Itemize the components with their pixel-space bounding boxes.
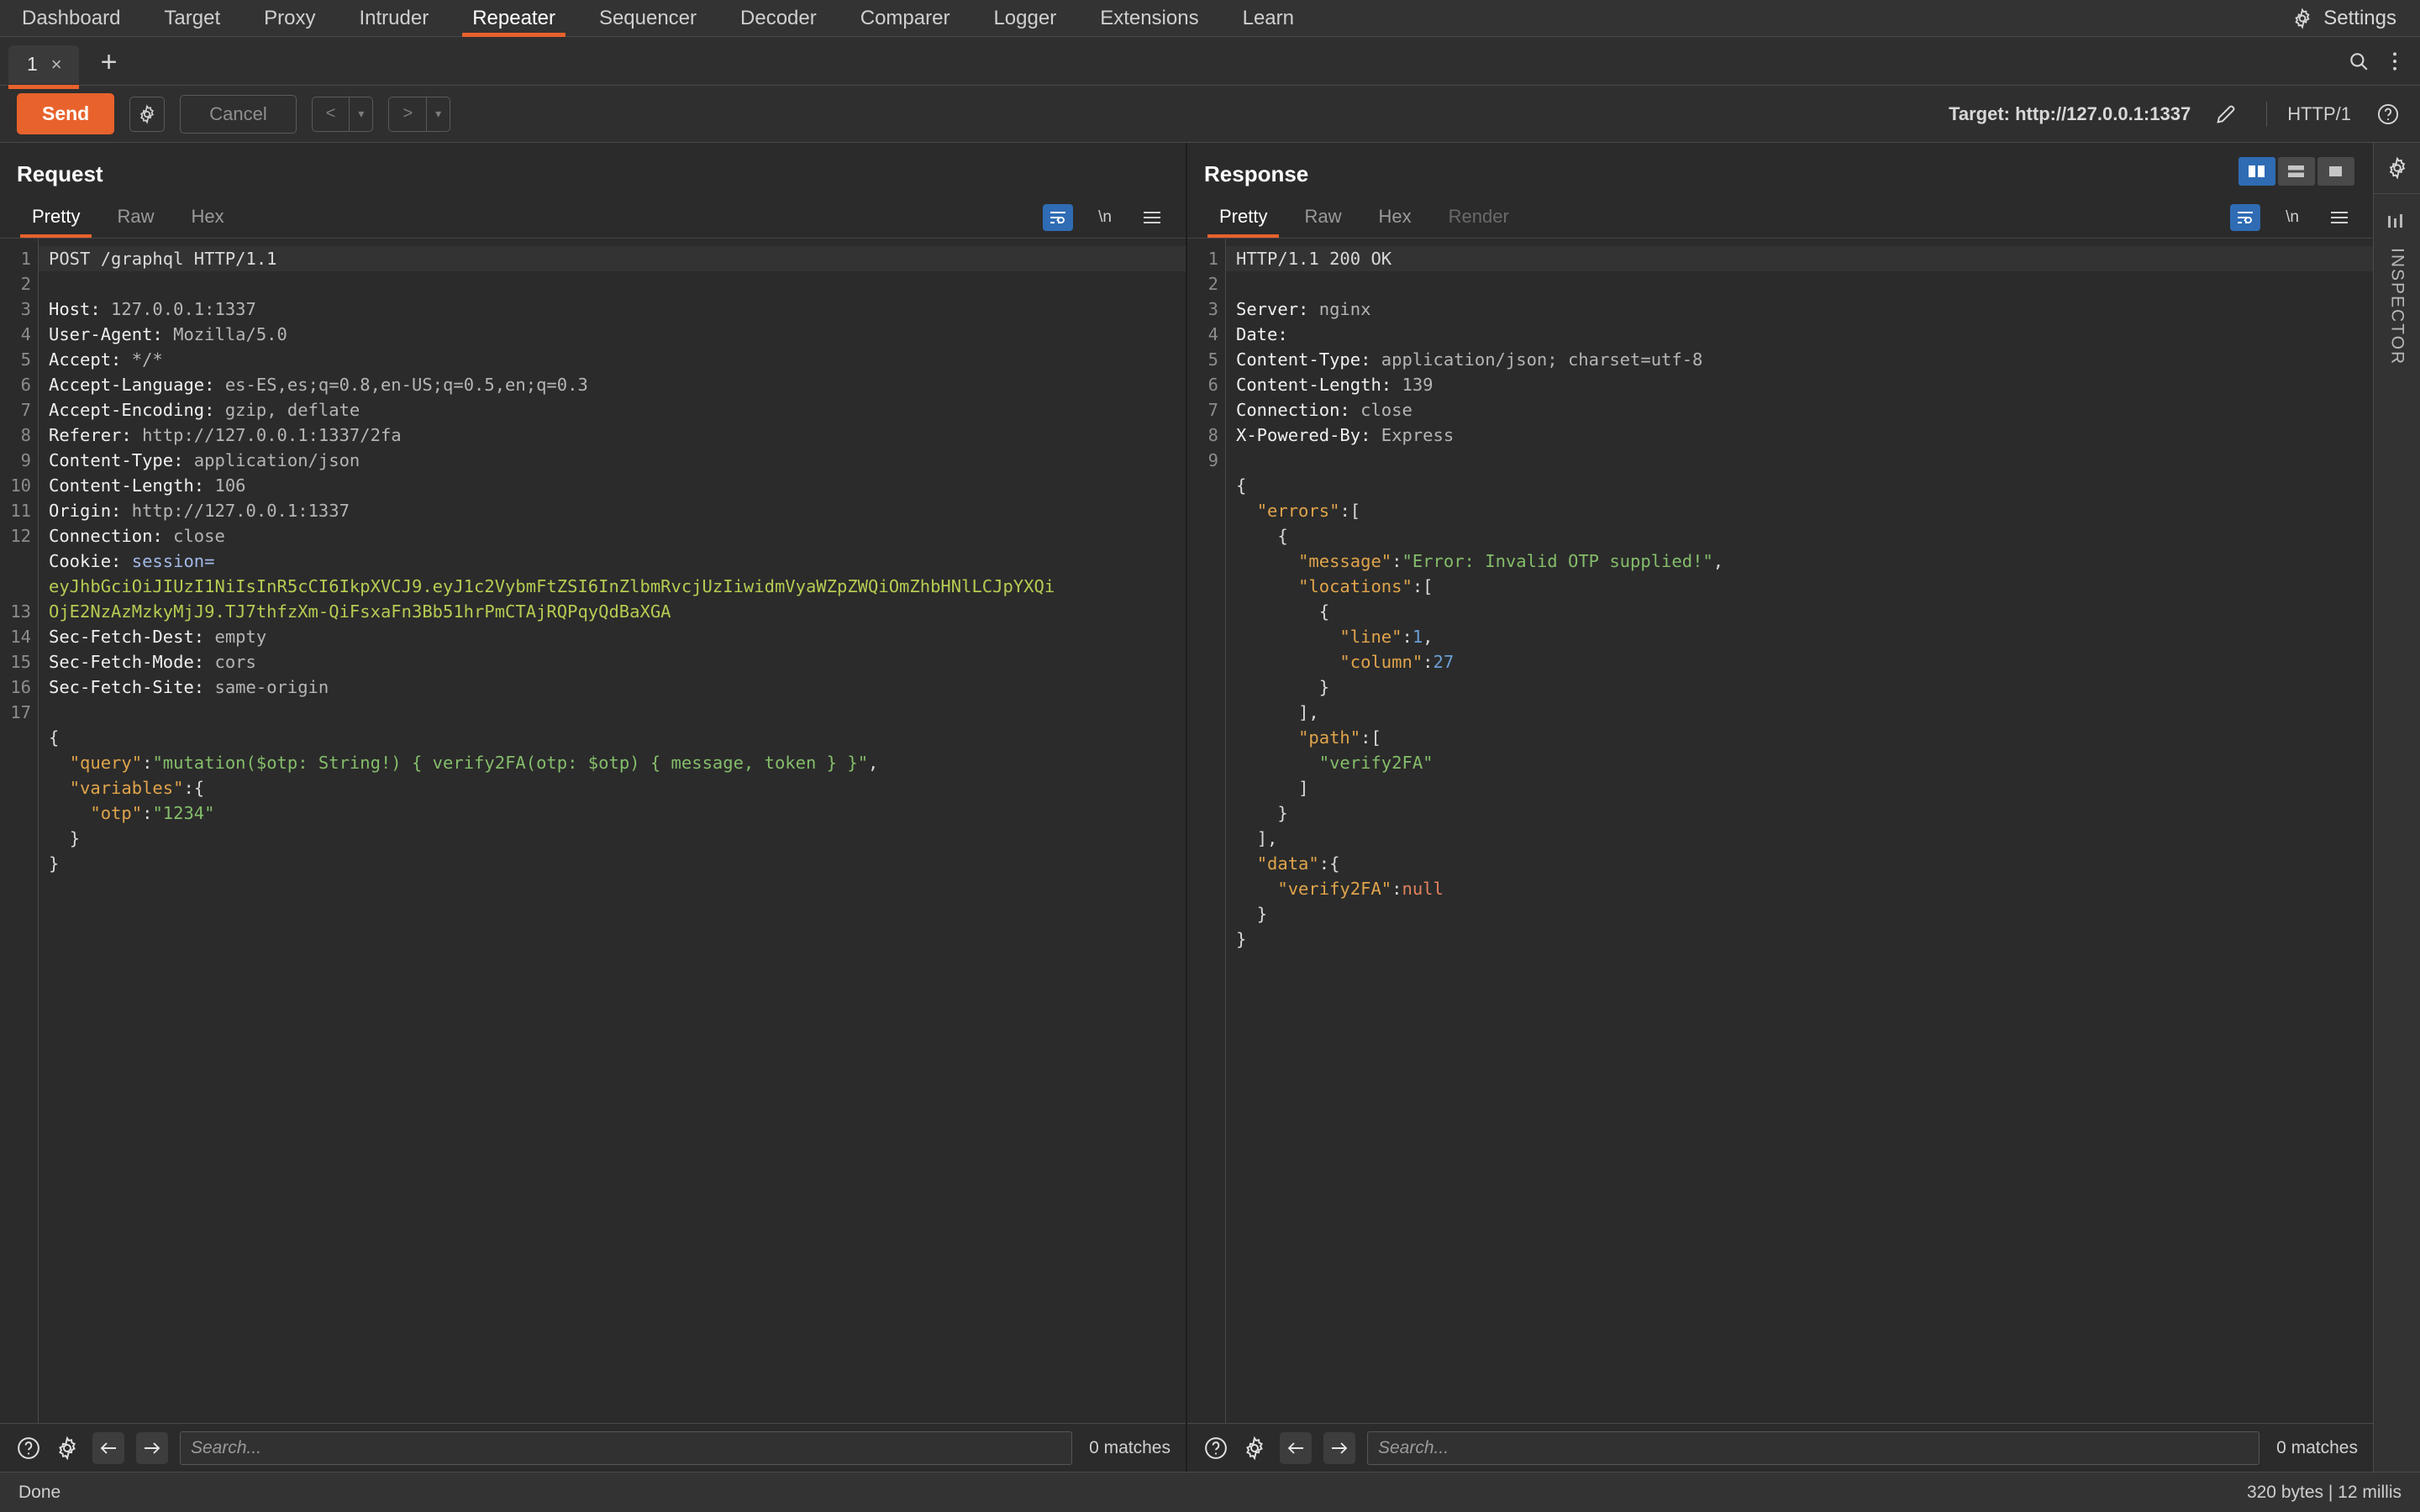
repeater-tab-label: 1 xyxy=(27,53,38,75)
next-label: > xyxy=(402,104,413,123)
menu-item-repeater[interactable]: Repeater xyxy=(450,0,577,37)
main-menu-bar: Dashboard Target Proxy Intruder Repeater Sequ… xyxy=(0,0,2420,37)
word-wrap-icon[interactable] xyxy=(1043,204,1073,231)
send-button[interactable]: Send xyxy=(17,93,115,134)
rail-settings-button[interactable] xyxy=(2374,143,2420,194)
gear-icon[interactable] xyxy=(1241,1435,1268,1462)
menu-item-intruder[interactable]: Intruder xyxy=(337,0,450,37)
arrow-left-icon[interactable] xyxy=(1280,1431,1312,1464)
request-line-numbers: 1 2 3 4 5 6 7 8 9 10 11 12 13 14 15 16 1… xyxy=(0,239,39,1423)
response-editor[interactable]: 1 2 3 4 5 6 7 8 9 HTTP/1.1 200 OK Server… xyxy=(1187,239,2373,1423)
newline-toggle[interactable]: \n xyxy=(2277,204,2307,231)
gear-icon xyxy=(2291,7,2313,29)
gear-icon xyxy=(2386,156,2409,180)
divider xyxy=(2266,101,2268,127)
menu-item-decoder[interactable]: Decoder xyxy=(718,0,839,37)
response-tab-render: Render xyxy=(1448,206,1509,227)
menu-item-logger[interactable]: Logger xyxy=(971,0,1078,37)
request-tab-hex[interactable]: Hex xyxy=(172,206,242,238)
next-request-button[interactable]: > ▾ xyxy=(388,96,451,132)
search-input[interactable] xyxy=(1367,1431,2260,1465)
status-bar: Done 320 bytes | 12 millis xyxy=(0,1472,2420,1512)
menu-item-proxy[interactable]: Proxy xyxy=(242,0,337,37)
match-count: 0 matches xyxy=(2276,1437,2358,1457)
repeater-action-bar: Send Cancel < ▾ > ▾ Target: http://127.0… xyxy=(0,86,2420,143)
response-pane: Response Pretty Raw Hex Render \n 1 2 3 … xyxy=(1187,143,2373,1472)
settings-label: Settings xyxy=(2323,6,2396,29)
request-subtabs-row: Pretty Raw Hex \n xyxy=(0,199,1186,239)
prev-label: < xyxy=(325,104,336,123)
response-tab-hex[interactable]: Hex xyxy=(1360,206,1429,238)
inspector-rail: INSPECTOR xyxy=(2373,143,2420,1472)
response-tab-pretty[interactable]: Pretty xyxy=(1201,206,1286,238)
menu-item-extensions[interactable]: Extensions xyxy=(1078,0,1220,37)
gear-icon xyxy=(137,103,157,124)
repeater-tab-strip: 1 × + xyxy=(0,37,2420,89)
repeater-tab-1[interactable]: 1 × xyxy=(8,45,79,89)
menu-item-comparer[interactable]: Comparer xyxy=(839,0,972,37)
single-layout-icon[interactable] xyxy=(2317,156,2354,186)
question-circle-icon[interactable] xyxy=(15,1435,42,1462)
menu-item-sequencer[interactable]: Sequencer xyxy=(577,0,718,37)
chevron-down-icon[interactable]: ▾ xyxy=(350,107,372,121)
response-view-tabs: Pretty Raw Hex Render xyxy=(1187,199,1528,238)
response-title: Response xyxy=(1204,161,1309,186)
burp-repeater-window: Dashboard Target Proxy Intruder Repeater Sequ… xyxy=(0,0,2420,1512)
chevron-down-icon[interactable]: ▾ xyxy=(427,107,450,121)
settings-button[interactable]: Settings xyxy=(2283,7,2420,30)
target-label: Target: http://127.0.0.1:1337 xyxy=(1949,102,2191,124)
hamburger-icon[interactable] xyxy=(1137,204,1167,231)
response-subtabs-row: Pretty Raw Hex Render \n xyxy=(1187,199,2373,239)
hamburger-icon[interactable] xyxy=(2324,204,2354,231)
response-tab-raw[interactable]: Raw xyxy=(1286,206,1360,238)
request-view-tabs: Pretty Raw Hex xyxy=(0,199,243,238)
request-editor[interactable]: 1 2 3 4 5 6 7 8 9 10 11 12 13 14 15 16 1… xyxy=(0,239,1186,1423)
request-content[interactable]: POST /graphql HTTP/1.1 Host: 127.0.0.1:1… xyxy=(39,239,1186,1423)
inspector-toggle-button[interactable] xyxy=(2374,194,2420,243)
vertical-dots-icon[interactable] xyxy=(2391,50,2398,72)
menu-item-target[interactable]: Target xyxy=(142,0,242,37)
menu-item-dashboard[interactable]: Dashboard xyxy=(0,0,142,37)
response-metrics: 320 bytes | 12 millis xyxy=(2246,1482,2402,1502)
http-version-label[interactable]: HTTP/1 xyxy=(2287,103,2351,125)
side-by-side-layout-icon[interactable] xyxy=(2238,156,2275,186)
send-settings-button[interactable] xyxy=(129,96,166,132)
request-title: Request xyxy=(17,161,103,186)
main-content: Request Pretty Raw Hex \n 1 2 3 4 5 6 7 … xyxy=(0,143,2420,1472)
inspector-label: INSPECTOR xyxy=(2387,248,2407,366)
main-menu-items: Dashboard Target Proxy Intruder Repeater Sequ… xyxy=(0,0,1316,37)
arrow-right-icon[interactable] xyxy=(136,1431,168,1464)
question-circle-icon[interactable] xyxy=(2376,102,2400,126)
prev-request-button[interactable]: < ▾ xyxy=(311,96,374,132)
response-toolbar: \n xyxy=(2230,204,2373,238)
request-toolbar: \n xyxy=(1043,204,1186,238)
question-circle-icon[interactable] xyxy=(1202,1435,1229,1462)
arrow-right-icon[interactable] xyxy=(1323,1431,1355,1464)
request-search-bar: 0 matches xyxy=(0,1423,1186,1472)
response-line-numbers: 1 2 3 4 5 6 7 8 9 xyxy=(1187,239,1226,1423)
cancel-button[interactable]: Cancel xyxy=(180,94,297,134)
stacked-layout-icon[interactable] xyxy=(2278,156,2315,186)
menu-item-learn[interactable]: Learn xyxy=(1221,0,1316,37)
layout-buttons-group xyxy=(2238,156,2373,186)
request-tab-raw[interactable]: Raw xyxy=(98,206,172,238)
match-count: 0 matches xyxy=(1089,1437,1171,1457)
inspector-bars-icon xyxy=(2386,213,2408,231)
response-search-bar: 0 matches xyxy=(1187,1423,2373,1472)
status-text: Done xyxy=(18,1482,61,1502)
gear-icon[interactable] xyxy=(54,1435,81,1462)
response-content[interactable]: HTTP/1.1 200 OK Server: nginx Date: Cont… xyxy=(1226,239,2373,1423)
pencil-icon[interactable] xyxy=(2214,102,2238,126)
close-icon[interactable]: × xyxy=(51,54,62,76)
arrow-left-icon[interactable] xyxy=(92,1431,124,1464)
newline-toggle[interactable]: \n xyxy=(1090,204,1120,231)
request-pane: Request Pretty Raw Hex \n 1 2 3 4 5 6 7 … xyxy=(0,143,1187,1472)
word-wrap-icon[interactable] xyxy=(2230,204,2260,231)
tabstrip-icons xyxy=(2348,50,2420,72)
search-input[interactable] xyxy=(180,1431,1073,1465)
request-tab-pretty[interactable]: Pretty xyxy=(13,206,98,238)
add-tab-button[interactable]: + xyxy=(79,48,139,76)
search-icon[interactable] xyxy=(2348,50,2370,72)
request-response-panes: Request Pretty Raw Hex \n 1 2 3 4 5 6 7 … xyxy=(0,143,2373,1472)
